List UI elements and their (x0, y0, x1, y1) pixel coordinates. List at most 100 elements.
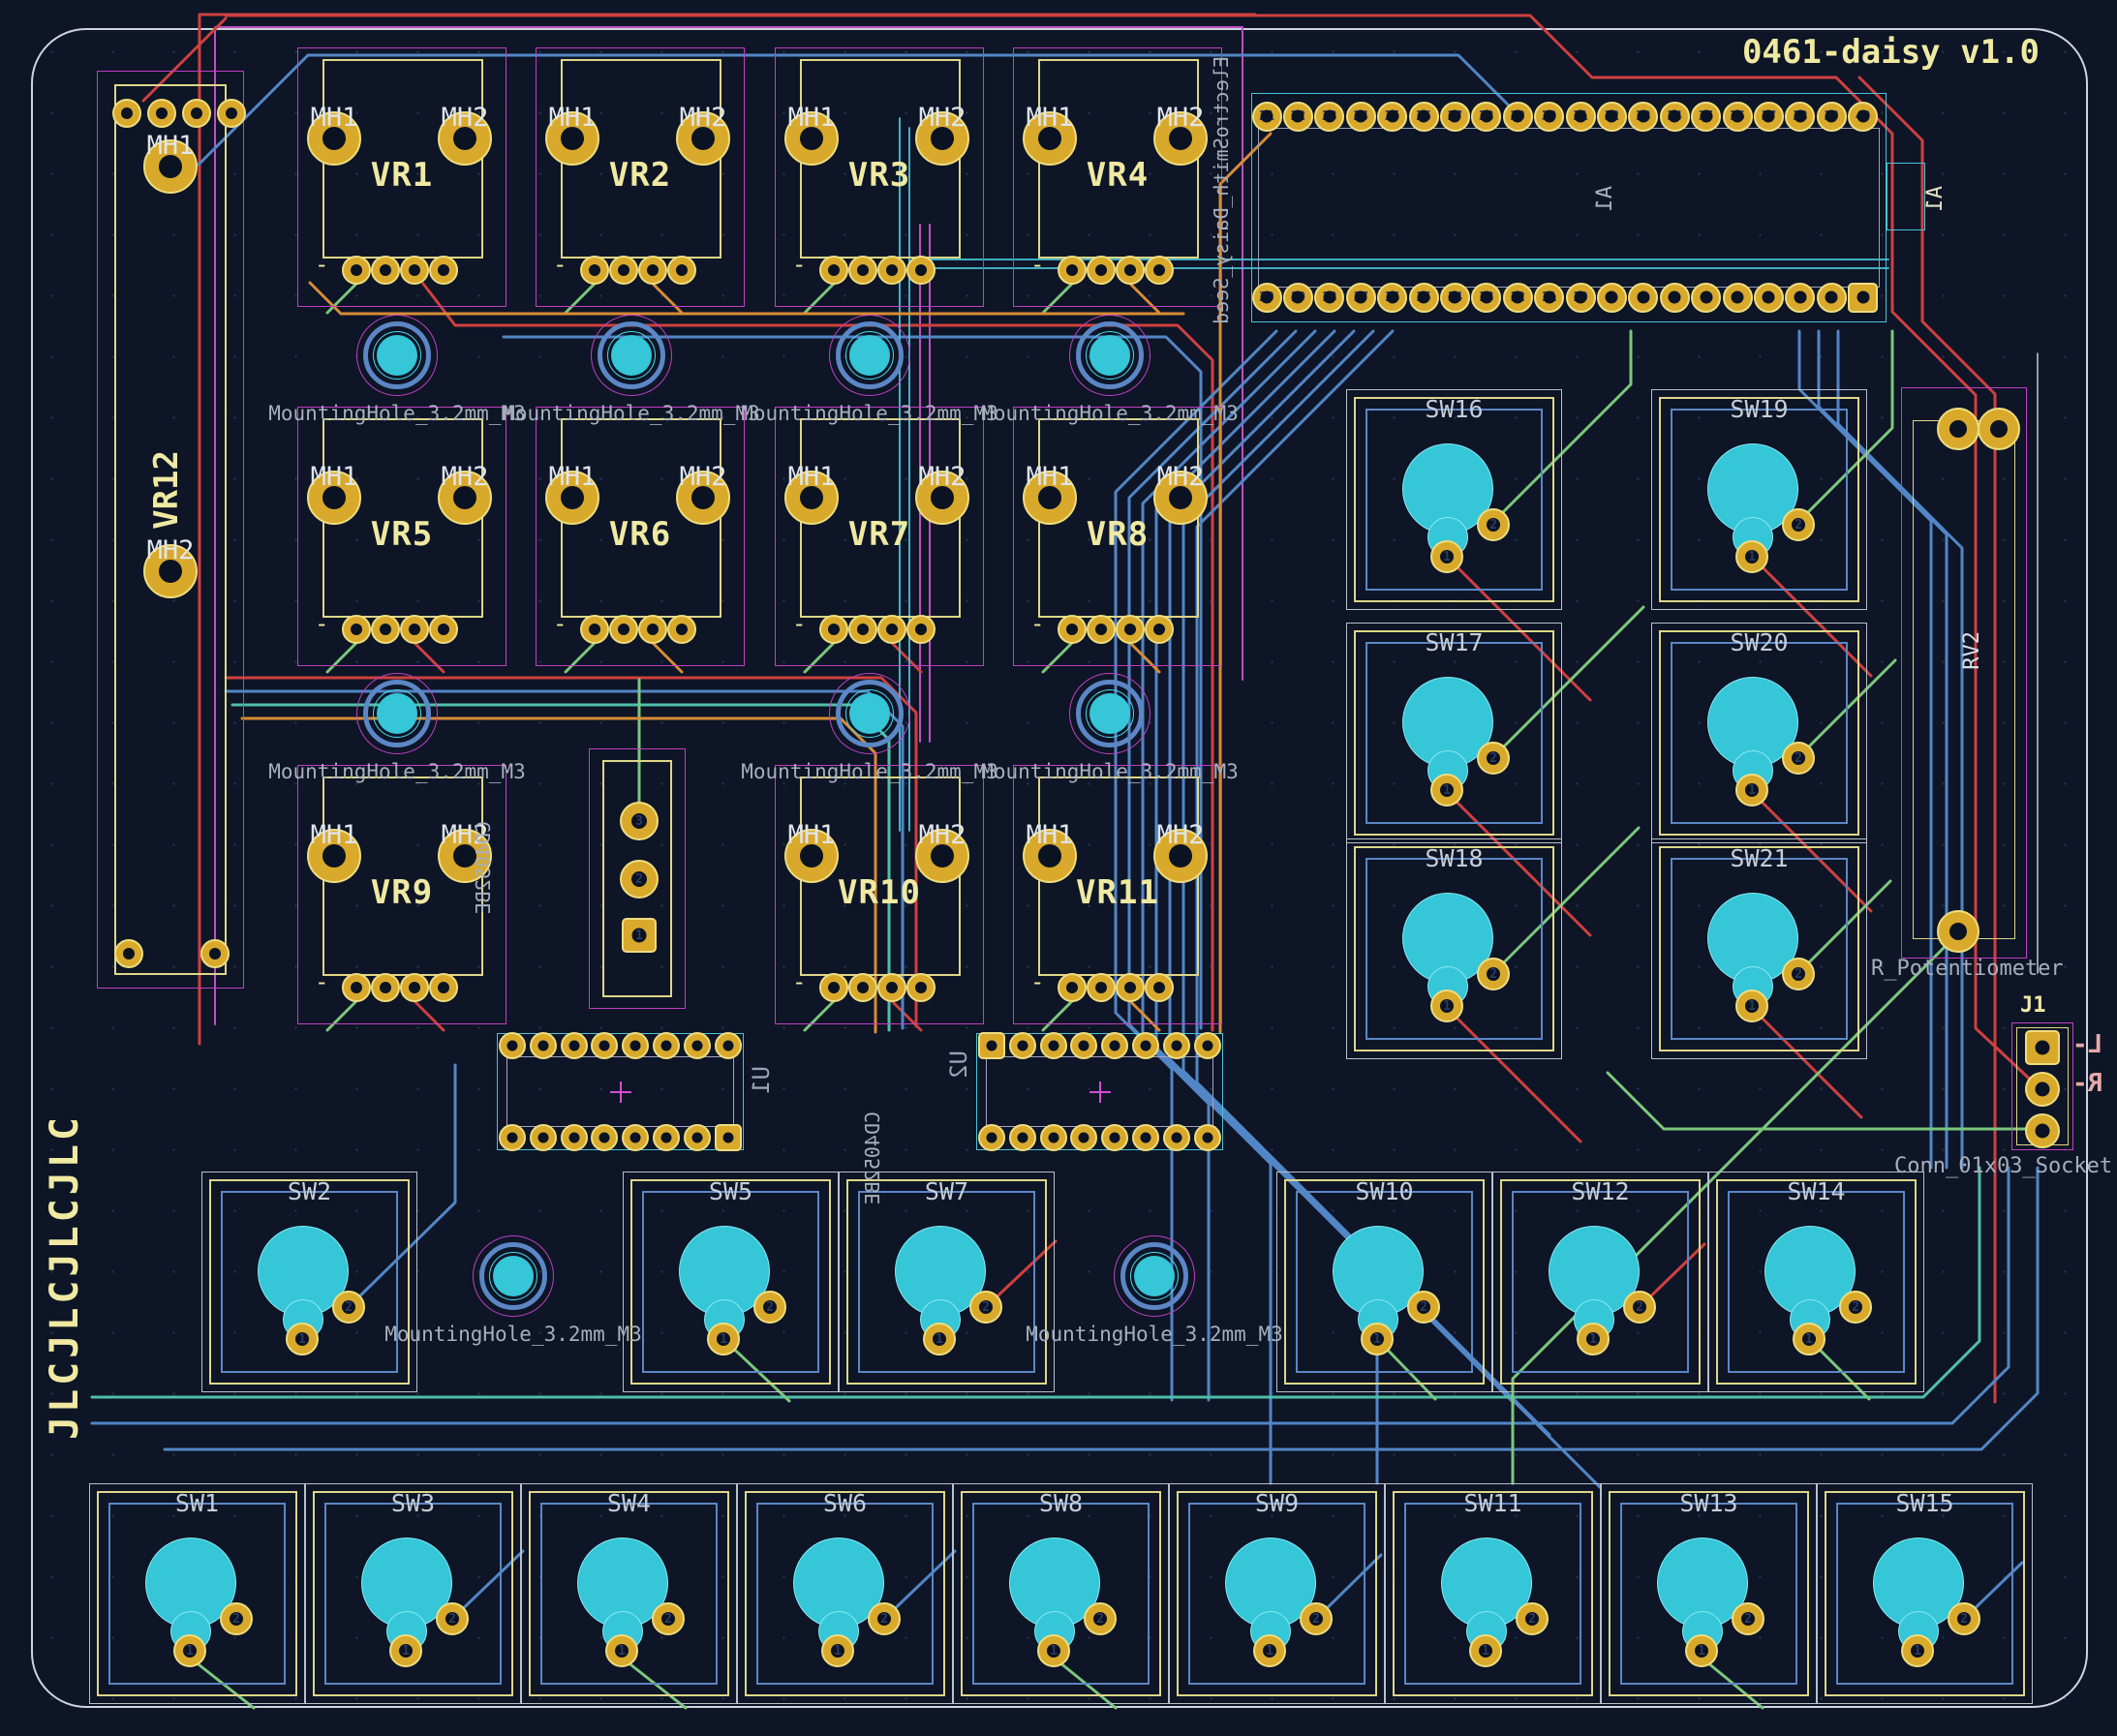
switch-pad-1[interactable]: 1 (1469, 1634, 1502, 1667)
switch-footprint[interactable]: 1 2 SW21 (1651, 838, 1867, 1059)
pin-pad[interactable] (877, 615, 906, 644)
ic-pin-pad[interactable] (561, 1124, 588, 1151)
pin-pad[interactable] (1087, 615, 1116, 644)
switch-pad-1[interactable]: 1 (1430, 540, 1463, 573)
vr-footprint[interactable]: MH1 MH2 VR7 - (775, 407, 984, 666)
switch-pad-2[interactable]: 2 (1732, 1602, 1764, 1635)
switch-pad-2[interactable]: 2 (1477, 742, 1510, 775)
pin-pad[interactable] (848, 615, 877, 644)
switch-pad-1[interactable]: 1 (1577, 1323, 1610, 1355)
switch-pad-1[interactable]: 1 (1430, 774, 1463, 807)
pin-pad[interactable] (1116, 615, 1145, 644)
ic-pin-pad[interactable] (622, 1032, 649, 1059)
switch-pad-2[interactable]: 2 (1782, 508, 1815, 541)
pin-pad[interactable] (1116, 256, 1145, 285)
switch-pad-2[interactable]: 2 (1477, 958, 1510, 990)
pin-pad[interactable] (1145, 973, 1174, 1002)
switch-pad-1[interactable]: 1 (1901, 1634, 1934, 1667)
switch-pad-1[interactable]: 1 (1735, 540, 1768, 573)
switch-pad-2[interactable]: 2 (868, 1602, 901, 1635)
switch-pad-1[interactable]: 1 (389, 1634, 422, 1667)
switch-pad-2[interactable]: 2 (1782, 958, 1815, 990)
pin-pad[interactable] (429, 973, 458, 1002)
switch-pad-2[interactable]: 2 (332, 1291, 365, 1324)
pin-pad[interactable] (1058, 973, 1087, 1002)
switch-pad-2[interactable]: 2 (1623, 1291, 1656, 1324)
switch-footprint[interactable]: 1 2 SW10 (1276, 1172, 1492, 1392)
ic-pin-pad[interactable] (1163, 1124, 1190, 1151)
pin-pad[interactable] (1087, 973, 1116, 1002)
pin-pad[interactable] (342, 256, 371, 285)
pin-pad[interactable] (877, 973, 906, 1002)
vr-footprint[interactable]: MH1 MH2 VR8 - (1013, 407, 1222, 666)
switch-pad-1[interactable]: 1 (1735, 990, 1768, 1022)
pin-pad[interactable] (667, 256, 696, 285)
switch-pad-2[interactable]: 2 (1084, 1602, 1117, 1635)
pin-pad[interactable] (906, 615, 936, 644)
switch-pad-1[interactable]: 1 (1037, 1634, 1070, 1667)
dip16-footprint[interactable]: U2 (976, 1033, 1223, 1150)
switch-footprint[interactable]: 1 2 SW4 (521, 1483, 737, 1704)
switch-pad-2[interactable]: 2 (1516, 1602, 1549, 1635)
ic-pin-pad[interactable] (1009, 1124, 1036, 1151)
ic-pin-pad[interactable] (978, 1032, 1005, 1059)
ic-pin-pad[interactable] (1101, 1124, 1128, 1151)
mounting-hole[interactable]: MountingHole_3.2mm_M3 (1114, 1235, 1195, 1317)
switch-pad-1[interactable]: 1 (1793, 1323, 1826, 1355)
vr-footprint[interactable]: MH1 MH2 VR2 - (536, 47, 745, 307)
pin-pad[interactable] (667, 615, 696, 644)
vr-footprint[interactable]: MH1 MH2 VR6 - (536, 407, 745, 666)
switch-pad-1[interactable]: 1 (1361, 1323, 1394, 1355)
pin-pad[interactable] (609, 615, 638, 644)
switch-footprint[interactable]: 1 2 SW15 (1817, 1483, 2033, 1704)
ic-pin-pad[interactable] (653, 1124, 680, 1151)
switch-pad-2[interactable]: 2 (220, 1602, 253, 1635)
switch-footprint[interactable]: 1 2 SW14 (1708, 1172, 1924, 1392)
pin-pad[interactable] (1145, 256, 1174, 285)
pin-pad[interactable] (609, 256, 638, 285)
pin-pad[interactable] (1145, 615, 1174, 644)
mounting-hole[interactable]: MountingHole_3.2mm_M3 (1069, 673, 1151, 754)
vr-footprint[interactable]: MH1 MH2 VR1 - (297, 47, 506, 307)
switch-footprint[interactable]: 1 2 SW2 (201, 1172, 417, 1392)
ic-pin-pad[interactable] (1040, 1124, 1067, 1151)
switch-pad-1[interactable]: 1 (1735, 774, 1768, 807)
pin-pad[interactable] (819, 973, 848, 1002)
switch-footprint[interactable]: 1 2 SW6 (737, 1483, 953, 1704)
mounting-hole[interactable]: MountingHole_3.2mm_M3 (356, 315, 438, 396)
switch-pad-1[interactable]: 1 (1430, 990, 1463, 1022)
ic-pin-pad[interactable] (1040, 1032, 1067, 1059)
switch-footprint[interactable]: 1 2 SW12 (1492, 1172, 1708, 1392)
ic-pin-pad[interactable] (715, 1124, 742, 1151)
switch-pad-1[interactable]: 1 (286, 1323, 319, 1355)
switch-footprint[interactable]: 1 2 SW5 (623, 1172, 839, 1392)
switch-footprint[interactable]: 1 2 SW11 (1385, 1483, 1601, 1704)
pin-pad[interactable] (371, 615, 400, 644)
switch-pad-2[interactable]: 2 (753, 1291, 786, 1324)
pin-pad[interactable] (342, 973, 371, 1002)
switch-footprint[interactable]: 1 2 SW1 (89, 1483, 305, 1704)
pin-pad[interactable] (638, 256, 667, 285)
switch-pad-1[interactable]: 1 (173, 1634, 206, 1667)
switch-footprint[interactable]: 1 2 SW13 (1601, 1483, 1817, 1704)
ic-pin-pad[interactable] (1194, 1124, 1221, 1151)
vr-footprint[interactable]: MH1 MH2 VR5 - (297, 407, 506, 666)
pin-pad[interactable] (1116, 973, 1145, 1002)
ic-pin-pad[interactable] (530, 1032, 557, 1059)
ic-pin-pad[interactable] (1132, 1032, 1159, 1059)
ic-pin-pad[interactable] (684, 1124, 711, 1151)
pin-pad[interactable] (580, 256, 609, 285)
ic-pin-pad[interactable] (653, 1032, 680, 1059)
pin-pad[interactable] (429, 615, 458, 644)
ic-pin-pad[interactable] (561, 1032, 588, 1059)
pin-pad[interactable] (1058, 256, 1087, 285)
mounting-hole[interactable]: MountingHole_3.2mm_M3 (356, 673, 438, 754)
switch-pad-1[interactable]: 1 (605, 1634, 638, 1667)
switch-footprint[interactable]: 1 2 SW16 (1346, 389, 1562, 610)
ic-pin-pad[interactable] (499, 1124, 526, 1151)
switch-pad-2[interactable]: 2 (1407, 1291, 1440, 1324)
switch-pad-1[interactable]: 1 (923, 1323, 956, 1355)
pin-pad[interactable] (400, 615, 429, 644)
pin-pad[interactable] (877, 256, 906, 285)
ic-pin-pad[interactable] (1009, 1032, 1036, 1059)
